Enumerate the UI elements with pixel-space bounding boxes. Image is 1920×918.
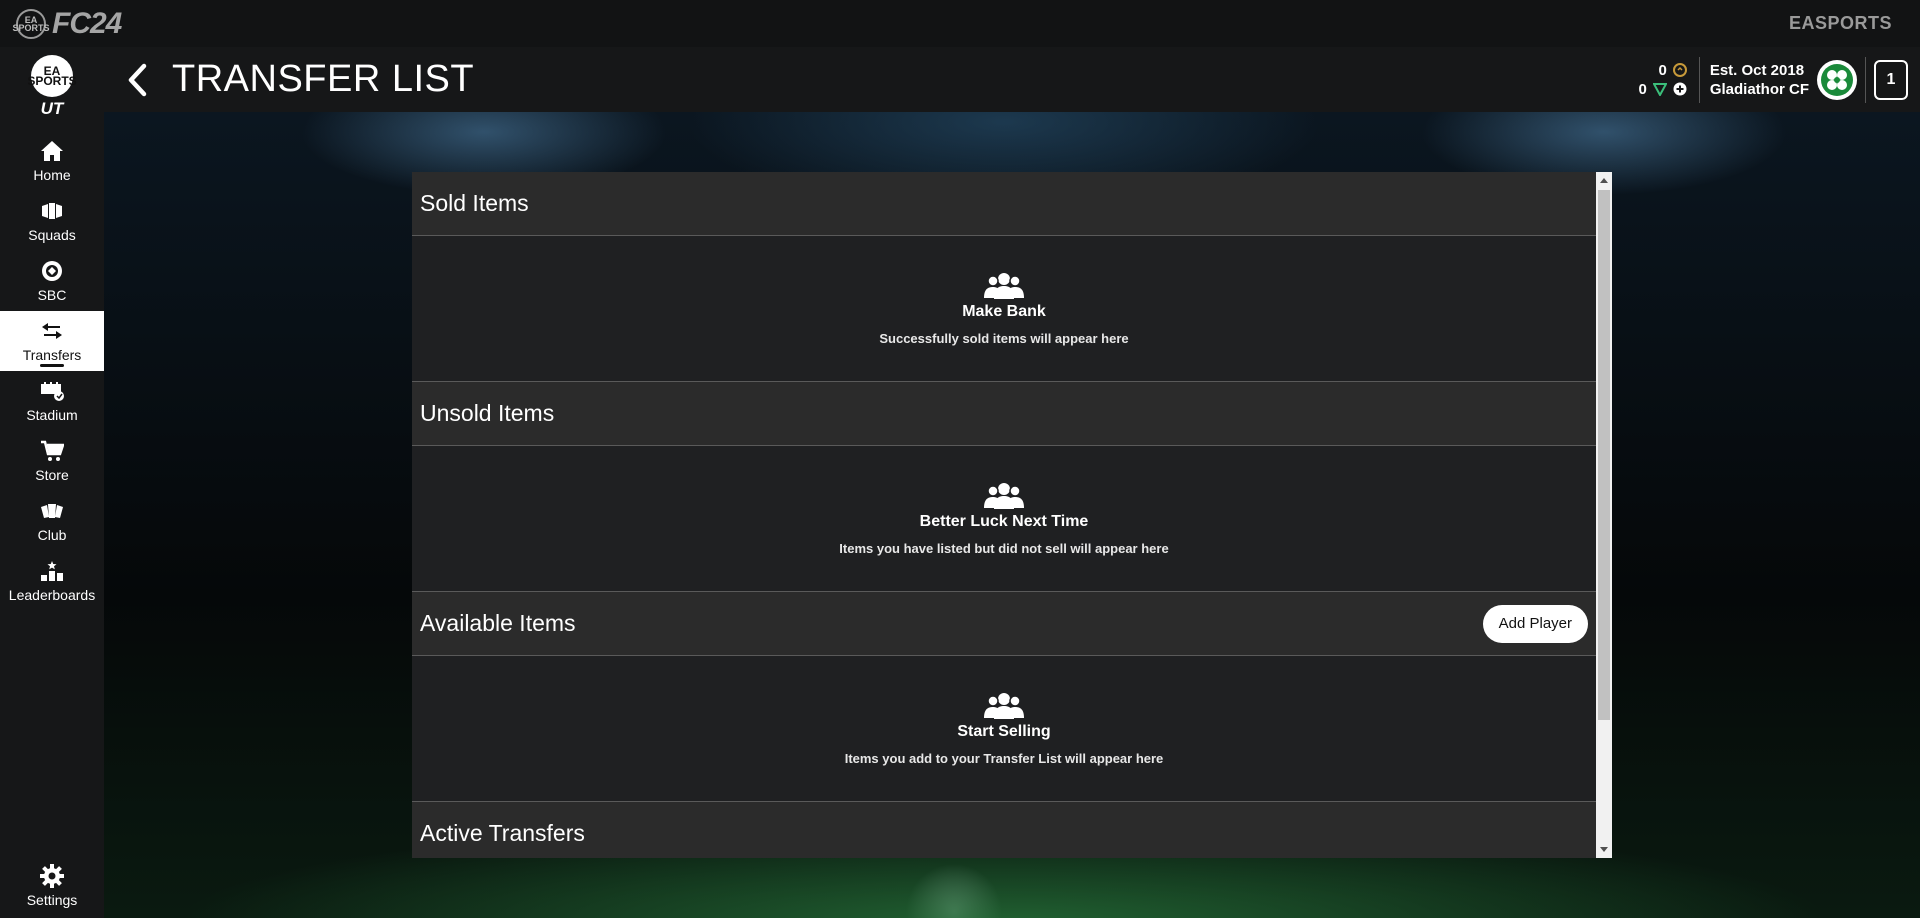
- empty-state-title: Better Luck Next Time: [919, 513, 1089, 530]
- brand: EA SPORTS FC24: [13, 6, 123, 41]
- empty-state-title: Start Selling: [957, 723, 1051, 740]
- squads-icon: [39, 199, 65, 223]
- club-crest[interactable]: [1817, 59, 1857, 100]
- sbc-icon: [39, 259, 65, 283]
- header-divider: [1865, 56, 1866, 103]
- sidebar-item-label: Settings: [26, 892, 78, 908]
- club-name: Gladiathor CF: [1709, 80, 1809, 98]
- add-player-button[interactable]: Add Player: [1482, 604, 1588, 643]
- sidebar-item-label: Store: [35, 467, 69, 483]
- ut-text: UT: [40, 99, 64, 118]
- scrollbar-thumb[interactable]: [1598, 190, 1610, 720]
- sidebar-item-label: Transfers: [22, 347, 82, 363]
- section-title: Available Items: [420, 610, 576, 636]
- transfers-icon: [39, 319, 65, 343]
- ea-sports-circle: EA SPORTS: [27, 55, 77, 97]
- sidebar-item-label: Leaderboards: [8, 587, 96, 603]
- empty-state-text: Successfully sold items will appear here: [879, 331, 1129, 346]
- section-empty-sold: Make Bank Successfully sold items will a…: [412, 236, 1596, 382]
- game-logo: FC24: [52, 6, 122, 40]
- section-header-unsold: Unsold Items: [412, 382, 1596, 446]
- sidebar-item-settings[interactable]: Settings: [0, 856, 104, 916]
- section-header-available: Available Items Add Player: [412, 592, 1596, 656]
- coins-row: 0: [1658, 61, 1687, 80]
- back-button[interactable]: [112, 55, 162, 105]
- top-bar: EA SPORTS FC24 EASPORTS: [0, 0, 1920, 47]
- store-icon: [39, 439, 65, 463]
- club-icon: [39, 499, 65, 523]
- ut-logo[interactable]: EA SPORTS UT: [27, 55, 77, 125]
- section-header-active: Active Transfers: [412, 802, 1596, 858]
- sidebar-item-leaderboards[interactable]: Leaderboards: [0, 551, 104, 611]
- scroll-up-arrow[interactable]: [1596, 172, 1612, 188]
- add-points-icon[interactable]: [1673, 82, 1687, 96]
- stadium-icon: [39, 379, 65, 403]
- sidebar-item-label: SBC: [37, 287, 67, 303]
- sidebar-item-transfers[interactable]: Transfers: [0, 311, 104, 371]
- sidebar-item-squads[interactable]: Squads: [0, 191, 104, 251]
- sidebar-item-label: Squads: [28, 227, 76, 243]
- header-status: 0 0 Est. Oct 2018 Gladiathor CF 1: [1638, 47, 1920, 112]
- section-empty-unsold: Better Luck Next Time Items you have lis…: [412, 446, 1596, 592]
- group-icon: [984, 693, 1024, 719]
- ea-sports-badge: EA SPORTS: [13, 8, 50, 39]
- chevron-left-icon: [128, 63, 147, 96]
- transfer-list-panel: Sold Items Make Bank Successfully sold i…: [412, 172, 1612, 858]
- page-title: TRANSFER LIST: [172, 58, 475, 100]
- points-icon: [1652, 83, 1667, 96]
- home-icon: [39, 139, 65, 163]
- group-icon: [984, 483, 1024, 509]
- sidebar-item-stadium[interactable]: Stadium: [0, 371, 104, 431]
- sidebar-item-store[interactable]: Store: [0, 431, 104, 491]
- scroll-down-arrow[interactable]: [1596, 842, 1612, 858]
- section-title: Sold Items: [420, 190, 529, 216]
- sidebar-nav: Home Squads SBC Transfers Stadium Store …: [0, 131, 104, 611]
- panel-scrollbar[interactable]: [1596, 172, 1612, 858]
- empty-state-title: Make Bank: [962, 303, 1046, 320]
- season-badge[interactable]: 1: [1874, 59, 1908, 100]
- coin-icon: [1672, 63, 1687, 77]
- group-icon: [984, 273, 1024, 299]
- page-header: TRANSFER LIST 0 0 Est. Oct 2018 Gladiath…: [104, 47, 1920, 112]
- points-value: 0: [1638, 80, 1647, 98]
- active-indicator: [40, 364, 64, 367]
- sidebar-item-home[interactable]: Home: [0, 131, 104, 191]
- sidebar-item-label: Club: [37, 527, 67, 543]
- currency-display: 0 0: [1638, 56, 1700, 103]
- club-established: Est. Oct 2018: [1709, 61, 1805, 79]
- sidebar-item-label: Stadium: [26, 407, 78, 423]
- empty-state-text: Items you have listed but did not sell w…: [839, 541, 1169, 556]
- gear-icon: [39, 864, 65, 888]
- points-row: 0: [1638, 80, 1687, 99]
- club-info: Est. Oct 2018 Gladiathor CF: [1700, 61, 1809, 99]
- sidebar: EA SPORTS UT Home Squads SBC Transfers S…: [0, 47, 104, 918]
- transfer-list-content: Sold Items Make Bank Successfully sold i…: [412, 172, 1596, 858]
- sidebar-item-club[interactable]: Club: [0, 491, 104, 551]
- publisher-logo: EASPORTS: [1788, 13, 1892, 33]
- clover-crest-icon: [1821, 63, 1853, 96]
- section-title: Unsold Items: [420, 400, 555, 426]
- section-header-sold: Sold Items: [412, 172, 1596, 236]
- sidebar-item-label: Home: [33, 167, 71, 183]
- section-empty-available: Start Selling Items you add to your Tran…: [412, 656, 1596, 802]
- empty-state-text: Items you add to your Transfer List will…: [844, 751, 1164, 766]
- section-title: Active Transfers: [420, 820, 585, 846]
- sidebar-item-sbc[interactable]: SBC: [0, 251, 104, 311]
- leaderboards-icon: [39, 559, 65, 583]
- coins-value: 0: [1658, 61, 1667, 79]
